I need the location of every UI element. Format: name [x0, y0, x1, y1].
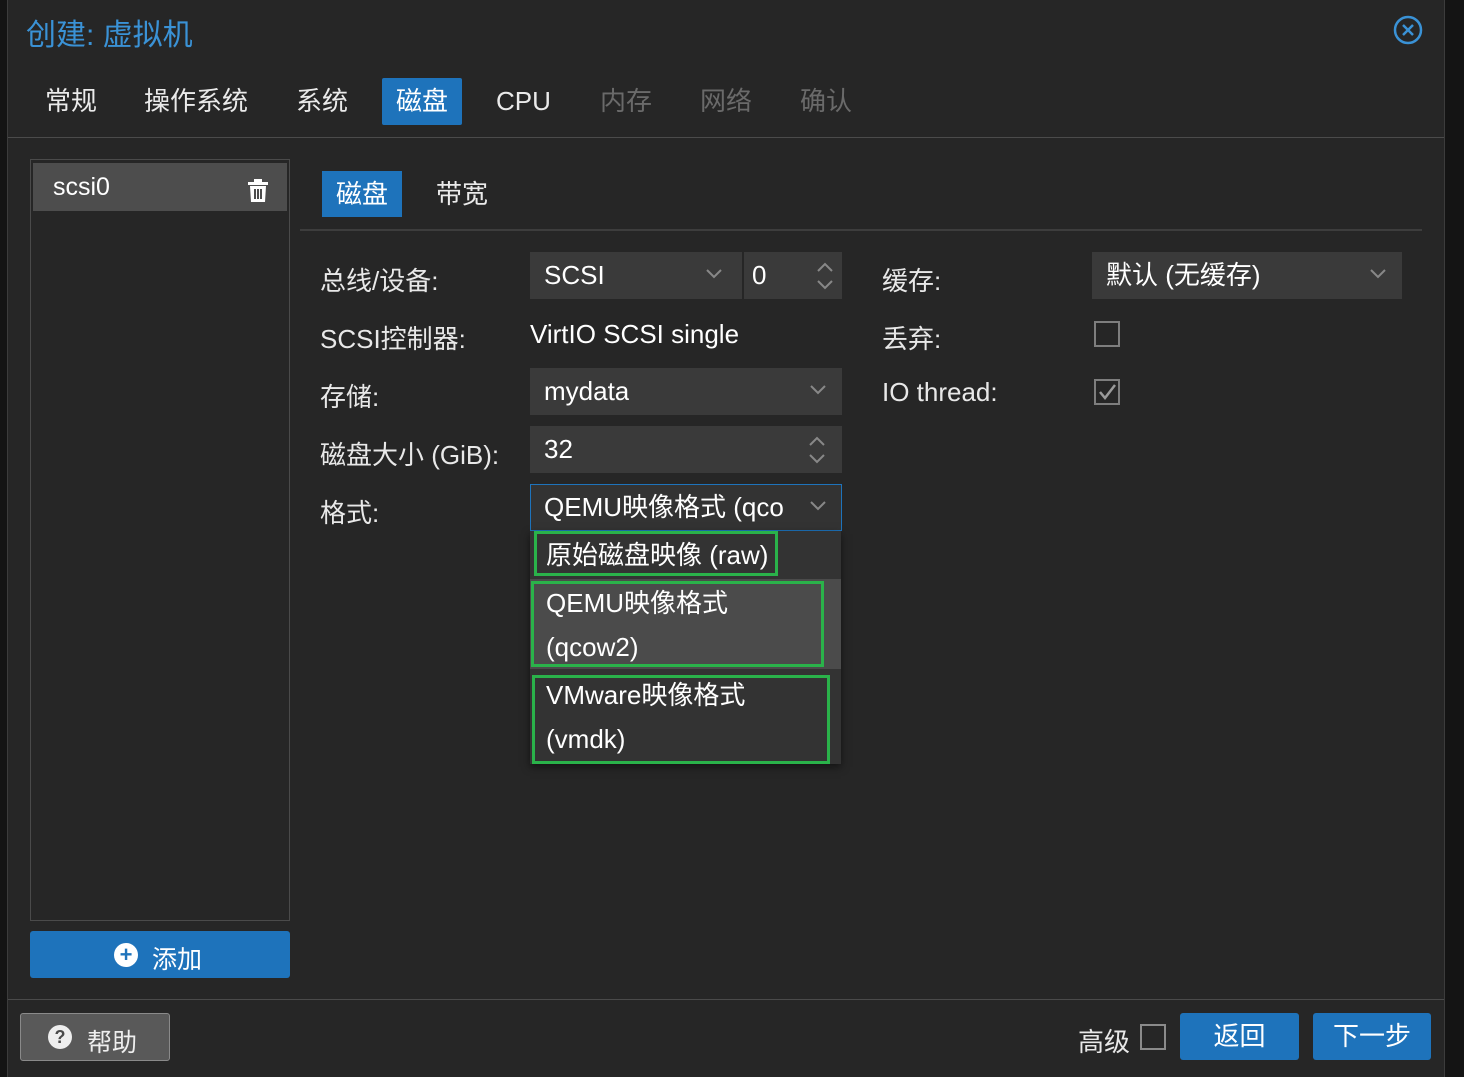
add-label: 添加: [152, 946, 203, 974]
plus-circle-icon: +: [114, 943, 138, 967]
disk-list: scsi0: [30, 159, 290, 921]
advanced-label: 高级: [1078, 1027, 1131, 1057]
device-number-stepper[interactable]: 0: [744, 252, 842, 299]
help-label: 帮助: [87, 1029, 138, 1057]
disk-size-label: 磁盘大小 (GiB):: [320, 440, 500, 470]
question-icon: ?: [48, 1025, 72, 1049]
dialog-title: 创建: 虚拟机: [26, 19, 193, 52]
option-vmdk[interactable]: VMware映像格式 (vmdk): [530, 671, 841, 763]
chevron-down-icon[interactable]: [810, 499, 826, 513]
device-value: 0: [752, 260, 767, 290]
trash-icon[interactable]: [247, 175, 269, 202]
disk-size-value: 32: [544, 434, 573, 464]
format-label: 格式:: [320, 498, 380, 528]
storage-label: 存储:: [320, 382, 380, 412]
option-raw[interactable]: 原始磁盘映像 (raw): [530, 531, 841, 577]
tab-os[interactable]: 操作系统: [130, 78, 262, 125]
chevron-down-icon[interactable]: [706, 267, 722, 281]
subtabs-divider: [300, 229, 1422, 231]
close-icon[interactable]: [1393, 15, 1423, 45]
advanced-checkbox[interactable]: [1140, 1024, 1166, 1050]
storage-select[interactable]: mydata: [530, 368, 842, 415]
option-raw-text: 原始磁盘映像 (raw): [546, 540, 769, 570]
controller-label: SCSI控制器:: [320, 324, 466, 354]
option-qcow2-line1: QEMU映像格式: [546, 588, 729, 618]
checkmark-icon: [1099, 384, 1116, 400]
format-select[interactable]: QEMU映像格式 (qco: [530, 484, 842, 531]
option-vmdk-line1: VMware映像格式: [546, 680, 746, 710]
spinner-icon[interactable]: [808, 433, 826, 467]
next-button[interactable]: 下一步: [1313, 1013, 1431, 1060]
disk-item-label: scsi0: [53, 173, 110, 201]
controller-value: VirtIO SCSI single: [530, 319, 740, 349]
iothread-checkbox[interactable]: [1094, 379, 1120, 405]
storage-value: mydata: [544, 376, 630, 406]
bus-label: 总线/设备:: [320, 266, 439, 296]
tab-disks[interactable]: 磁盘: [382, 78, 463, 125]
tab-memory: 内存: [600, 86, 653, 116]
bus-value: SCSI: [544, 260, 605, 290]
cache-select[interactable]: 默认 (无缓存): [1092, 252, 1402, 299]
tab-cpu[interactable]: CPU: [482, 78, 565, 125]
tab-confirm: 确认: [800, 86, 853, 116]
option-qcow2[interactable]: QEMU映像格式 (qcow2): [530, 579, 841, 669]
tab-system[interactable]: 系统: [282, 78, 362, 125]
bus-select[interactable]: SCSI: [530, 252, 742, 299]
option-vmdk-line2: (vmdk): [546, 724, 626, 754]
tabs-divider: [8, 137, 1444, 138]
back-button[interactable]: 返回: [1180, 1013, 1299, 1060]
option-qcow2-line2: (qcow2): [546, 632, 639, 662]
add-disk-button[interactable]: + 添加: [30, 931, 290, 978]
tab-general[interactable]: 常规: [31, 78, 111, 125]
help-button[interactable]: ? 帮助: [20, 1013, 170, 1061]
cache-label: 缓存:: [882, 266, 942, 296]
tab-network: 网络: [700, 86, 753, 116]
spinner-icon[interactable]: [816, 259, 834, 293]
chevron-down-icon[interactable]: [810, 383, 826, 397]
list-item-scsi0[interactable]: scsi0: [33, 163, 287, 211]
discard-label: 丢弃:: [882, 324, 942, 354]
disk-size-input[interactable]: 32: [530, 426, 842, 473]
footer-divider: [8, 999, 1444, 1000]
format-dropdown: 原始磁盘映像 (raw) QEMU映像格式 (qcow2) VMware映像格式…: [530, 531, 841, 764]
iothread-label: IO thread:: [882, 377, 998, 407]
create-vm-dialog: 创建: 虚拟机 常规 操作系统 系统 磁盘 CPU 内存 网络 确认 scsi0: [8, 0, 1444, 1077]
cache-value: 默认 (无缓存): [1106, 260, 1261, 290]
discard-checkbox[interactable]: [1094, 321, 1120, 347]
chevron-down-icon[interactable]: [1370, 267, 1386, 281]
format-value: QEMU映像格式 (qco: [544, 492, 784, 522]
subtab-bandwidth[interactable]: 带宽: [422, 171, 502, 217]
subtab-disk[interactable]: 磁盘: [322, 171, 403, 217]
